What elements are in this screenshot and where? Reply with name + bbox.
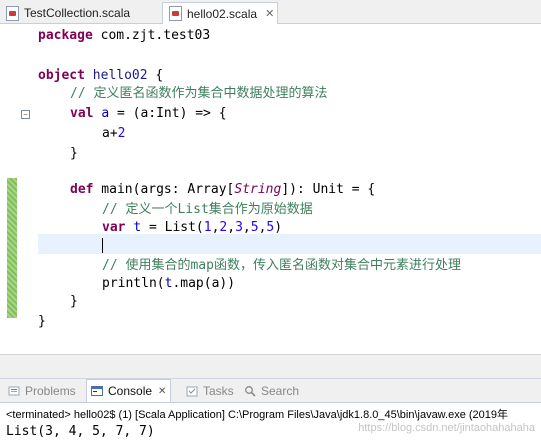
code-line: } (38, 314, 46, 329)
code-comment: // 定义一个List集合作为原始数据 (102, 202, 313, 217)
code-line: println(t.map(a)) (102, 276, 236, 291)
program-output: List(3, 4, 5, 7, 7) (6, 424, 155, 439)
tab-problems[interactable]: Problems (4, 379, 80, 402)
tab-search[interactable]: Search (240, 379, 303, 402)
code-line: a+2 (102, 126, 126, 141)
tab-label: Problems (25, 383, 76, 398)
tab-hello02[interactable]: hello02.scala ✕ (162, 2, 278, 24)
editor-tab-bar: TestCollection.scala hello02.scala ✕ (0, 0, 541, 24)
code-comment: // 使用集合的map函数，传入匿名函数对集合中元素进行处理 (102, 258, 461, 273)
fold-toggle-icon[interactable]: − (21, 110, 30, 119)
scala-file-icon (169, 6, 182, 21)
change-marker (7, 178, 17, 318)
code-editor[interactable]: − package com.zjt.test03 object hello02 … (0, 24, 541, 354)
problems-icon (8, 385, 20, 397)
tab-console[interactable]: Console ✕ (86, 379, 172, 402)
code-comment: // 定义匿名函数作为集合中数据处理的算法 (70, 86, 328, 101)
tab-label: Tasks (203, 383, 234, 398)
tab-label: Console (108, 384, 153, 398)
editor-gutter: − (0, 24, 30, 354)
code-line: } (70, 146, 78, 161)
close-icon[interactable]: ✕ (158, 386, 166, 397)
code-line: } (70, 294, 78, 309)
tasks-icon (186, 385, 198, 397)
code-line: def main(args: Array[String]): Unit = { (70, 182, 376, 197)
tab-label: Search (261, 383, 300, 398)
code-line: object hello02 { (38, 68, 164, 83)
watermark: https://blog.csdn.net/jintaohahahaha (358, 422, 535, 434)
tab-label: TestCollection.scala (24, 6, 131, 20)
view-splitter[interactable] (0, 354, 541, 378)
tab-testcollection[interactable]: TestCollection.scala (0, 2, 158, 24)
code-line: package com.zjt.test03 (38, 28, 211, 43)
tab-tasks[interactable]: Tasks (182, 379, 238, 402)
scala-file-icon (6, 5, 19, 21)
text-caret (38, 236, 541, 256)
close-icon[interactable]: ✕ (265, 7, 274, 20)
console-output[interactable]: <terminated> hello02$ (1) [Scala Applica… (0, 402, 541, 446)
search-icon (244, 385, 256, 397)
code-line: val a = (a:Int) => { (70, 106, 227, 121)
console-icon (91, 385, 103, 397)
bottom-view-tabs: Problems Console ✕ Tasks Search (0, 378, 541, 402)
terminated-status: <terminated> hello02$ (1) [Scala Applica… (6, 409, 509, 421)
code-line: var t = List(1,2,3,5,5) (102, 220, 283, 235)
tab-label: hello02.scala (187, 6, 258, 21)
